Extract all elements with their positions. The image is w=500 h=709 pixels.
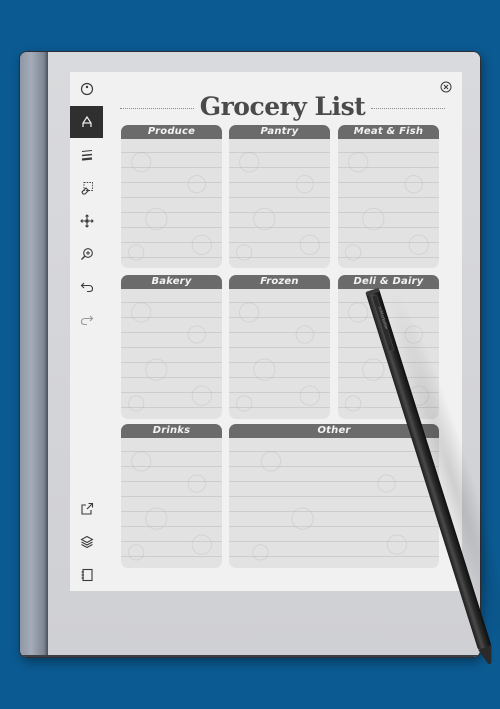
zoom-in-icon <box>80 248 93 260</box>
redo-icon <box>80 315 93 326</box>
section-other[interactable]: Other <box>229 424 439 568</box>
section-header: Produce <box>121 125 222 139</box>
section-writing-area[interactable] <box>338 139 439 268</box>
section-writing-area[interactable] <box>229 438 439 568</box>
move-button[interactable] <box>70 205 103 237</box>
zoom-button[interactable] <box>70 238 103 270</box>
section-writing-area[interactable] <box>121 139 222 268</box>
section-header: Frozen <box>229 275 330 289</box>
tablet-screen: Grocery List Produce Pantry Meat & Fish … <box>70 72 462 591</box>
section-writing-area[interactable] <box>121 289 222 419</box>
layers-icon <box>79 535 94 549</box>
section-produce[interactable]: Produce <box>121 125 222 268</box>
device-edge <box>20 655 480 657</box>
toolbar <box>70 72 103 591</box>
undo-icon <box>80 282 93 293</box>
section-writing-area[interactable] <box>121 438 222 568</box>
menu-circle-icon <box>80 82 93 96</box>
section-header: Bakery <box>121 275 222 289</box>
section-bakery[interactable]: Bakery <box>121 275 222 419</box>
device-spine <box>20 52 48 657</box>
share-button[interactable] <box>70 493 103 525</box>
redo-button[interactable] <box>70 304 103 336</box>
main-menu-button[interactable] <box>70 73 103 105</box>
section-header: Other <box>229 424 439 438</box>
undo-button[interactable] <box>70 271 103 303</box>
stroke-width-icon <box>81 150 92 161</box>
eraser-selection-icon <box>80 182 93 195</box>
pen-tool-button[interactable] <box>70 106 103 138</box>
share-icon <box>80 502 93 515</box>
section-meat-fish[interactable]: Meat & Fish <box>338 125 439 268</box>
section-header: Drinks <box>121 424 222 438</box>
section-header: Meat & Fish <box>338 125 439 139</box>
title-row: Grocery List <box>120 91 445 121</box>
section-writing-area[interactable] <box>338 289 439 419</box>
section-header: Pantry <box>229 125 330 139</box>
notebook-icon <box>81 568 93 582</box>
stroke-width-button[interactable] <box>70 139 103 171</box>
page-title: Grocery List <box>199 91 366 121</box>
eraser-button[interactable] <box>70 172 103 204</box>
notebook-button[interactable] <box>70 559 103 591</box>
section-writing-area[interactable] <box>229 289 330 419</box>
section-header: Deli & Dairy <box>338 275 439 289</box>
section-pantry[interactable]: Pantry <box>229 125 330 268</box>
pen-tool-icon <box>81 115 92 127</box>
section-frozen[interactable]: Frozen <box>229 275 330 419</box>
move-icon <box>79 214 94 228</box>
section-writing-area[interactable] <box>229 139 330 268</box>
title-rule-right <box>371 107 445 109</box>
section-deli-dairy[interactable]: Deli & Dairy <box>338 275 439 419</box>
title-rule-left <box>120 107 194 109</box>
section-drinks[interactable]: Drinks <box>121 424 222 568</box>
layers-button[interactable] <box>70 526 103 558</box>
